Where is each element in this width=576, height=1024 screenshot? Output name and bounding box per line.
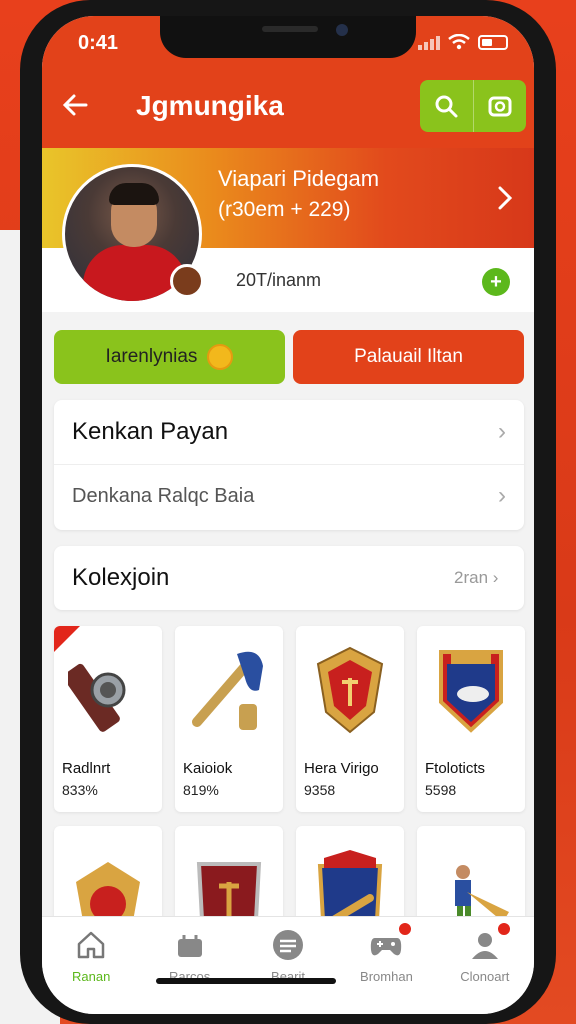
gold-shield-icon — [316, 646, 384, 734]
wifi-icon — [448, 34, 470, 50]
camera-icon — [488, 96, 512, 117]
crest-icon — [439, 650, 503, 733]
green-action-button[interactable]: Iarenlynias — [54, 330, 285, 384]
home-icon — [73, 927, 109, 963]
shop-icon — [172, 927, 208, 963]
menu-row-1-label: Kenkan Payan — [72, 418, 229, 445]
club-badge-icon — [170, 264, 204, 298]
battery-icon — [478, 34, 508, 50]
page-title: Jgmungika — [136, 90, 284, 121]
profile-section: Viapari Pidegam (r30em + 229) 20T/inanm … — [42, 148, 534, 312]
chevron-right-icon: › — [498, 418, 506, 445]
item-price: 9358 — [304, 782, 336, 798]
item-name: Radlnrt — [62, 760, 111, 777]
status-time: 0:41 — [78, 32, 119, 54]
item-name: Hera Virigo — [304, 760, 379, 777]
home-indicator[interactable] — [156, 978, 336, 984]
list-icon — [270, 927, 306, 963]
red-button-label: Palauail Iltan — [354, 346, 463, 367]
camera-button[interactable] — [472, 80, 527, 132]
coin-icon — [207, 344, 234, 370]
search-button[interactable] — [420, 80, 473, 132]
collection-header[interactable]: Kolexjoin 2ran › — [54, 546, 524, 610]
chevron-right-icon[interactable] — [496, 184, 514, 219]
player-name: Viapari Pidegam — [218, 166, 380, 191]
phone-notch — [160, 16, 416, 58]
tab-home[interactable]: Ranan — [42, 917, 140, 1014]
tab-label: Clonoart — [460, 969, 510, 984]
red-action-button[interactable]: Palauail Iltan — [293, 330, 524, 384]
see-more-link[interactable]: 2ran › — [454, 568, 498, 588]
item-price: 5598 — [425, 782, 457, 798]
divider — [54, 464, 524, 465]
item-price: 833% — [62, 782, 98, 798]
speaker-grille — [262, 26, 318, 32]
item-price: 819% — [183, 782, 219, 798]
app-screen: 0:41 Jgmungika Viapari Pidegam (r30em + … — [42, 16, 534, 1014]
bottom-tab-bar: Ranan Rarcos Bearit Bromhan Clonoart — [42, 916, 534, 1014]
header-actions — [420, 80, 526, 132]
add-icon[interactable]: + — [482, 268, 510, 296]
menu-row-2-label: Denkana Ralqc Baia — [72, 484, 255, 507]
notification-badge — [397, 921, 414, 937]
menu-card: Kenkan Payan › Denkana Ralqc Baia › — [54, 400, 524, 530]
tab-list[interactable]: Bearit — [239, 917, 337, 1014]
player-subtitle: (r30em + 229) — [218, 198, 351, 221]
collection-item[interactable]: Ftoloticts 5598 — [417, 626, 525, 812]
tab-shop[interactable]: Rarcos — [140, 917, 238, 1014]
menu-row-2[interactable]: Denkana Ralqc Baia › — [72, 482, 506, 510]
tab-games[interactable]: Bromhan — [337, 917, 435, 1014]
item-name: Ftoloticts — [425, 760, 486, 777]
action-buttons: Iarenlynias Palauail Iltan — [54, 330, 524, 384]
notification-badge — [495, 921, 512, 937]
status-icons — [418, 34, 508, 50]
menu-row-1[interactable]: Kenkan Payan › — [72, 418, 506, 446]
signal-icon — [418, 34, 440, 50]
collection-title: Kolexjoin — [72, 564, 170, 591]
tab-label: Ranan — [72, 969, 111, 984]
watch-icon — [68, 663, 126, 732]
tab-profile[interactable]: Clonoart — [436, 917, 534, 1014]
front-camera — [336, 24, 348, 36]
followers-count: 20T/inanm — [236, 270, 322, 290]
trumpet-icon — [192, 651, 263, 730]
collection-item[interactable]: Kaioiok 819% — [175, 626, 283, 812]
collection-item[interactable]: Hera Virigo 9358 — [296, 626, 404, 812]
item-name: Kaioiok — [183, 760, 233, 777]
tab-label: Bromhan — [360, 969, 413, 984]
chevron-right-icon: › — [498, 482, 506, 509]
collection-item[interactable]: Radlnrt 833% — [54, 626, 162, 812]
green-button-label: Iarenlynias — [105, 346, 198, 367]
back-arrow-icon[interactable] — [60, 90, 94, 124]
search-icon — [435, 95, 458, 118]
